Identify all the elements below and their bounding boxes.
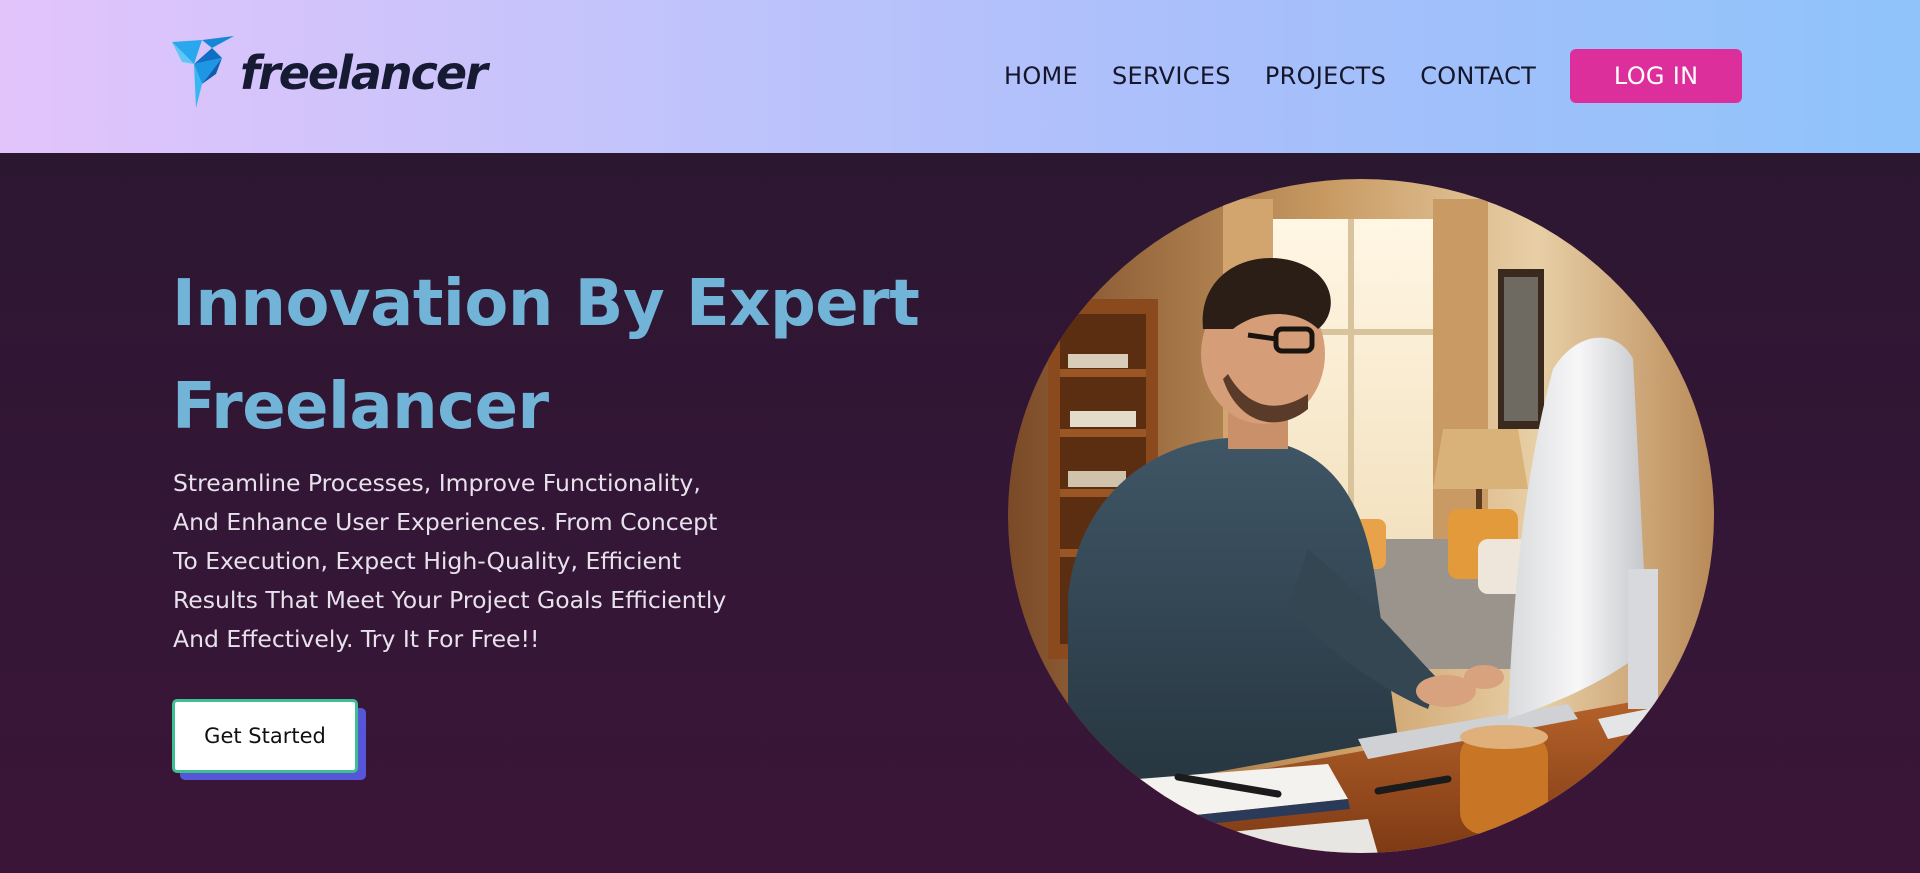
hero-description-line: And Enhance User Experiences. From Conce… bbox=[173, 508, 718, 536]
brand-logo[interactable]: freelancer bbox=[172, 34, 492, 110]
hero-description-line: Results That Meet Your Project Goals Eff… bbox=[173, 586, 727, 614]
nav-item-home[interactable]: HOME bbox=[1004, 62, 1078, 90]
hero-photo bbox=[1008, 179, 1714, 853]
main-nav: HOME SERVICES PROJECTS CONTACT LOG IN bbox=[1004, 49, 1743, 103]
hero-headline-line-2: Freelancer bbox=[172, 370, 549, 444]
site-header: freelancer HOME SERVICES PROJECTS CONTAC… bbox=[0, 0, 1920, 153]
nav-item-contact[interactable]: CONTACT bbox=[1420, 62, 1536, 90]
get-started-button[interactable]: Get Started bbox=[172, 699, 358, 773]
login-button[interactable]: LOG IN bbox=[1570, 49, 1743, 103]
hero-section: Innovation By Expert Freelancer Streamli… bbox=[0, 153, 1920, 873]
nav-item-services[interactable]: SERVICES bbox=[1112, 62, 1231, 90]
nav-item-projects[interactable]: PROJECTS bbox=[1265, 62, 1386, 90]
hero-description: Streamline Processes, Improve Functional… bbox=[173, 464, 793, 659]
hero-headline: Innovation By Expert Freelancer bbox=[172, 253, 972, 459]
brand-wordmark: freelancer bbox=[240, 46, 488, 100]
hero-headline-line-1: Innovation By Expert bbox=[172, 267, 920, 341]
hero-description-line: And Effectively. Try It For Free!! bbox=[173, 625, 540, 653]
origami-bird-icon bbox=[172, 36, 234, 108]
hero-description-line: To Execution, Expect High-Quality, Effic… bbox=[173, 547, 682, 575]
hero-description-line: Streamline Processes, Improve Functional… bbox=[173, 469, 701, 497]
